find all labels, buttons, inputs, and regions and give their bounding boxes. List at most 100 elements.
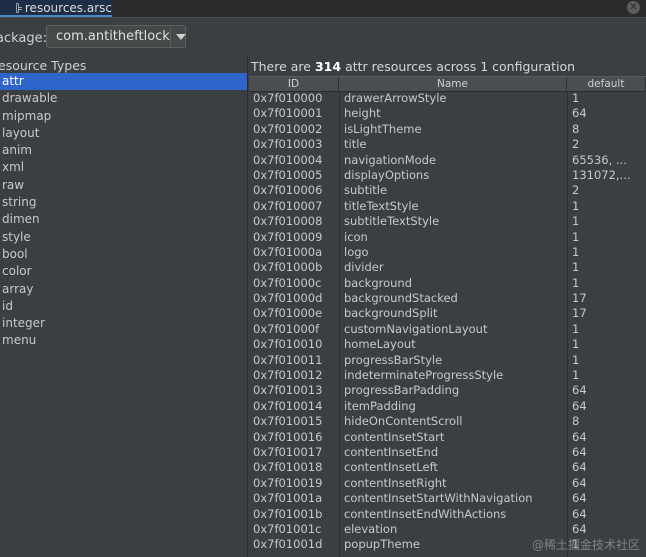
cell-default: 2: [572, 183, 580, 198]
cell-id: 0x7f010001: [253, 106, 323, 121]
resource-type-item-menu[interactable]: menu: [0, 332, 247, 349]
table-row[interactable]: 0x7f010013 progressBarPadding 64: [249, 383, 646, 398]
resource-type-list: attr drawable mipmap layout anim xml raw string…: [0, 73, 247, 350]
cell-name: logo: [344, 244, 369, 259]
cell-name: title: [344, 137, 367, 152]
table-row[interactable]: 0x7f010007 titleTextStyle 1: [249, 199, 646, 214]
table-row[interactable]: 0x7f010014 itemPadding 64: [249, 399, 646, 414]
cell-name: contentInsetStartWithNavigation: [344, 491, 533, 506]
resource-type-item-drawable[interactable]: drawable: [0, 90, 247, 107]
table-row[interactable]: 0x7f01000a logo 1: [249, 245, 646, 260]
resource-type-item-array[interactable]: array: [0, 281, 247, 298]
table-row[interactable]: 0x7f010004 navigationMode 65536, ...: [249, 153, 646, 168]
cell-id: 0x7f010008: [253, 214, 323, 229]
table-row[interactable]: 0x7f01000f customNavigationLayout 1: [249, 322, 646, 337]
column-header-default[interactable]: default: [567, 77, 646, 91]
column-header-name[interactable]: Name: [339, 77, 567, 91]
resource-type-item-bool[interactable]: bool: [0, 246, 247, 263]
table-row[interactable]: 0x7f010017 contentInsetEnd 64: [249, 445, 646, 460]
cell-name: subtitleTextStyle: [344, 214, 440, 229]
table-row[interactable]: 0x7f010015 hideOnContentScroll 8: [249, 414, 646, 429]
table-row[interactable]: 0x7f010006 subtitle 2: [249, 183, 646, 198]
table-row[interactable]: 0x7f010010 homeLayout 1: [249, 337, 646, 352]
cell-default: 8: [572, 414, 580, 429]
package-select[interactable]: com.antitheftlock: [46, 25, 187, 48]
table-row[interactable]: 0x7f010001 height 64: [249, 106, 646, 121]
cell-name: customNavigationLayout: [344, 321, 488, 336]
cell-name: divider: [344, 260, 384, 275]
cell-default: 64: [572, 383, 587, 398]
resource-type-item-id[interactable]: id: [0, 298, 247, 315]
cell-name: backgroundSplit: [344, 306, 438, 321]
cell-id: 0x7f01000a: [253, 244, 323, 259]
resource-type-item-color[interactable]: color: [0, 263, 247, 280]
table-row[interactable]: 0x7f010016 contentInsetStart 64: [249, 430, 646, 445]
resource-type-item-raw[interactable]: raw: [0, 177, 247, 194]
table-row[interactable]: 0x7f010019 contentInsetRight 64: [249, 476, 646, 491]
tab-resources-arsc[interactable]: resources.arsc: [0, 0, 112, 17]
cell-id: 0x7f010002: [253, 121, 323, 136]
editor-tab-bar: resources.arsc ✕: [0, 0, 646, 18]
cell-default: 1: [572, 198, 580, 213]
chevron-down-icon[interactable]: [169, 26, 187, 47]
cell-default: 64: [572, 475, 587, 490]
table-row[interactable]: 0x7f010012 indeterminateProgressStyle 1: [249, 368, 646, 383]
table-row[interactable]: 0x7f010002 isLightTheme 8: [249, 122, 646, 137]
cell-id: 0x7f010006: [253, 183, 323, 198]
table-row[interactable]: 0x7f01000e backgroundSplit 17: [249, 306, 646, 321]
table-row[interactable]: 0x7f01001b contentInsetEndWithActions 64: [249, 507, 646, 522]
close-icon[interactable]: ✕: [627, 1, 640, 14]
resource-type-item-attr[interactable]: attr: [0, 73, 247, 91]
cell-name: indeterminateProgressStyle: [344, 368, 504, 383]
resource-type-item-string[interactable]: string: [0, 194, 247, 211]
resource-type-item-style[interactable]: style: [0, 229, 247, 246]
table-row[interactable]: 0x7f010000 drawerArrowStyle 1: [249, 91, 646, 106]
table-row[interactable]: 0x7f01001a contentInsetStartWithNavigatio…: [249, 491, 646, 506]
table-row[interactable]: 0x7f010009 icon 1: [249, 230, 646, 245]
table-row[interactable]: 0x7f010008 subtitleTextStyle 1: [249, 214, 646, 229]
table-row[interactable]: 0x7f01000c background 1: [249, 276, 646, 291]
table-row[interactable]: 0x7f010005 displayOptions 131072,...: [249, 168, 646, 183]
cell-id: 0x7f01000d: [253, 291, 323, 306]
cell-name: drawerArrowStyle: [344, 91, 447, 105]
cell-default: 1: [572, 352, 580, 367]
cell-name: isLightTheme: [344, 121, 422, 136]
cell-default: 2: [572, 137, 580, 152]
table-row[interactable]: 0x7f01000b divider 1: [249, 260, 646, 275]
resource-table-panel: There are 314 attr resources across 1 co…: [249, 56, 646, 557]
cell-name: displayOptions: [344, 167, 430, 182]
cell-name: homeLayout: [344, 337, 416, 352]
cell-default: 65536, ...: [572, 152, 627, 167]
cell-default: 64: [572, 491, 587, 506]
resource-type-item-integer[interactable]: integer: [0, 315, 247, 332]
cell-default: 1: [572, 91, 580, 105]
resource-type-item-layout[interactable]: layout: [0, 125, 247, 142]
cell-id: 0x7f010000: [253, 91, 323, 105]
cell-id: 0x7f010015: [253, 414, 323, 429]
package-value: com.antitheftlock: [56, 29, 170, 44]
package-bar: ackage: com.antitheftlock: [0, 18, 646, 56]
cell-default: 1: [572, 260, 580, 275]
cell-default: 131072,...: [572, 167, 631, 182]
cell-name: backgroundStacked: [344, 291, 458, 306]
table-row[interactable]: 0x7f010003 title 2: [249, 137, 646, 152]
resource-type-item-mipmap[interactable]: mipmap: [0, 108, 247, 125]
cell-id: 0x7f010019: [253, 475, 323, 490]
cell-default: 64: [572, 429, 587, 444]
cell-id: 0x7f010017: [253, 444, 323, 459]
resource-type-item-xml[interactable]: xml: [0, 159, 247, 176]
table-row[interactable]: 0x7f01000d backgroundStacked 17: [249, 291, 646, 306]
cell-name: navigationMode: [344, 152, 437, 167]
resource-type-item-anim[interactable]: anim: [0, 142, 247, 159]
cell-id: 0x7f010009: [253, 229, 323, 244]
table-row[interactable]: 0x7f010018 contentInsetLeft 64: [249, 460, 646, 475]
table-row[interactable]: 0x7f010011 progressBarStyle 1: [249, 353, 646, 368]
cell-id: 0x7f010003: [253, 137, 323, 152]
column-header-id[interactable]: ID: [249, 77, 339, 91]
table-header: ID Name default: [249, 76, 646, 92]
cell-default: 1: [572, 321, 580, 336]
summary-count: 314: [314, 59, 342, 74]
resource-summary: There are 314 attr resources across 1 co…: [251, 59, 575, 74]
resource-type-item-dimen[interactable]: dimen: [0, 211, 247, 228]
cell-id: 0x7f010014: [253, 398, 323, 413]
